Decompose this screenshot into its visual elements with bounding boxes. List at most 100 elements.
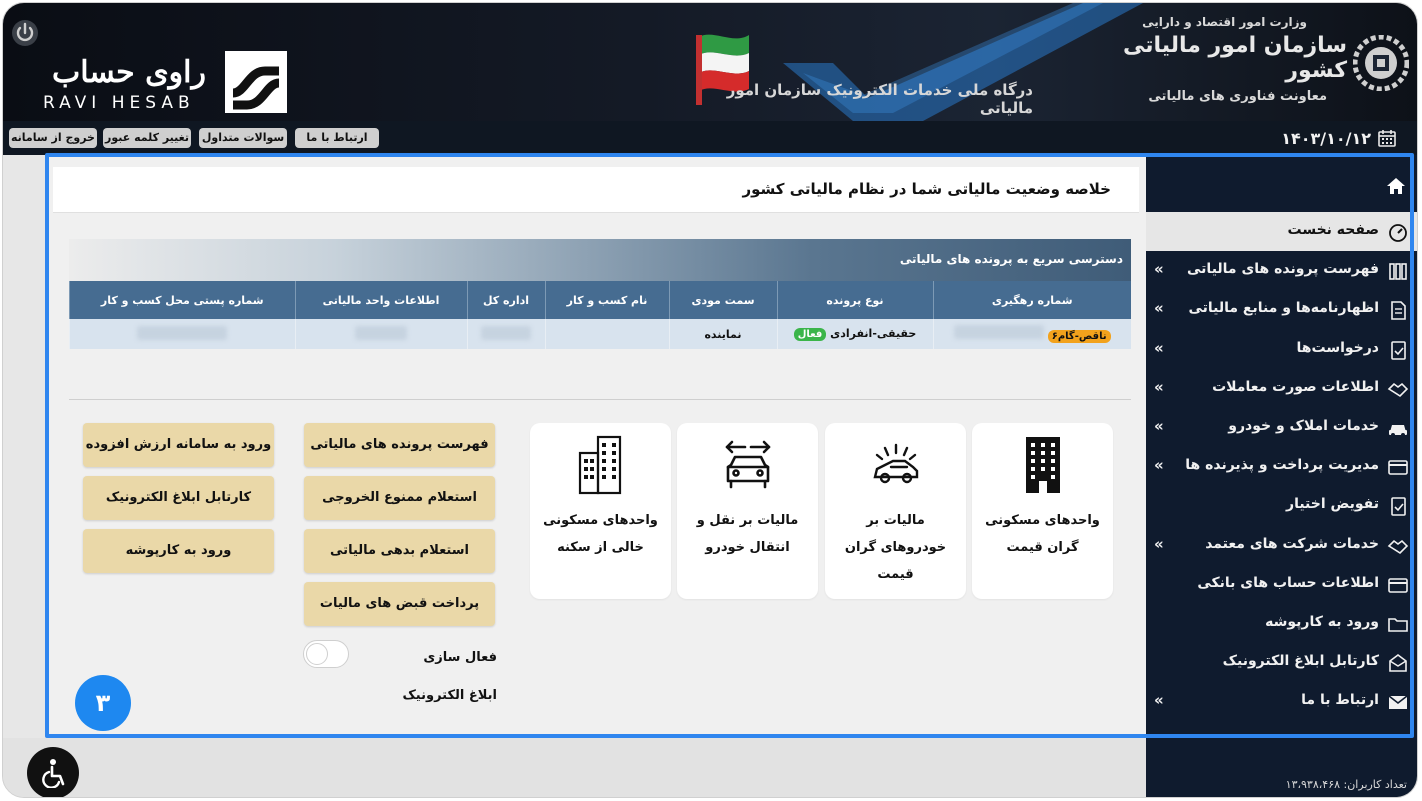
col-postal-code: شماره پستی محل کسب و کار [69,281,295,319]
sidebar-item[interactable]: ورود به کارپوشه [1146,604,1417,643]
home-icon [1387,178,1405,194]
delegate-icon [1391,497,1406,517]
brand-name-fa: راوی حساب [52,55,206,90]
redacted-value [355,325,407,340]
col-taxpayer-role: سمت مودی [668,281,777,319]
tax-debt-inquiry-button[interactable]: استعلام بدهی مالیاتی [304,529,495,573]
redacted-value [137,325,228,340]
sidebar-item[interactable]: اطلاعات صورت معاملات » [1146,369,1417,408]
ministry-name: وزارت امور اقتصاد و دارایی [1142,15,1307,29]
portal-title: درگاه ملی خدمات الکترونیک سازمان امور ما… [726,81,1033,117]
organization-block: وزارت امور اقتصاد و دارایی سازمان امور م… [1117,15,1347,104]
col-business-name: نام کسب و کار [544,281,669,319]
section-divider [69,399,1131,400]
top-toolbar: خروج از سامانه تغییر کلمه عبور سوالات مت… [3,121,1417,155]
active-badge: فعال [793,327,827,341]
wheelchair-icon [42,759,65,788]
sidebar-item-label: ارتباط با ما [1301,692,1379,709]
col-tracking-number: شماره رهگیری [932,281,1131,319]
cell-business-name [544,319,669,349]
col-case-type: نوع پرونده [776,281,933,319]
card-vacant-residential[interactable]: واحدهای مسکونی خالی از سکنه [530,423,671,599]
quick-access-label: دسترسی سریع به پرونده های مالیاتی [899,252,1123,266]
card-icon [1388,460,1408,475]
sidebar-item-label: خدمات شرکت های معتمد [1205,535,1379,552]
accessibility-button[interactable] [27,747,79,797]
e-notification-toggle-label: فعال سازی ابلاغ الکترونیک [402,650,498,703]
brand-name-en: RAVI HESAB [43,93,195,113]
e-notification-toggle[interactable] [303,640,349,668]
col-general-office: اداره کل [466,281,545,319]
app-window: راوی حساب RAVI HESAB درگاه ملی خدمات الک… [2,2,1418,798]
step-number-badge: ۳ [75,675,131,731]
logout-button[interactable]: خروج از سامانه [9,128,97,148]
sidebar-item-label: اطلاعات صورت معاملات [1212,378,1379,395]
exit-ban-inquiry-button[interactable]: استعلام ممنوع الخروجی [304,476,495,520]
sidebar-item[interactable]: اظهارنامه‌ها و منابع مالیاتی » [1146,290,1417,329]
card-luxury-residential[interactable]: واحدهای مسکونی گران قیمت [972,423,1113,599]
sidebar-item-label: ورود به کارپوشه [1265,614,1379,630]
sidebar-item[interactable]: فهرست پرونده های مالیاتی » [1146,251,1417,290]
cell-general-office [466,319,545,349]
cell-tracking-number[interactable]: ناقص-گام۶ [932,319,1131,349]
col-tax-unit-info: اطلاعات واحد مالیاتی [294,281,467,319]
ravi-hesab-logo[interactable]: راوی حساب RAVI HESAB [39,51,289,115]
pay-tax-bills-button[interactable]: پرداخت قبض های مالیات [304,582,495,626]
sidebar-item[interactable]: اطلاعات حساب های بانکی [1146,565,1417,604]
sidebar-item[interactable]: ارتباط با ما » [1146,682,1417,721]
table-row[interactable]: ناقص-گام۶ حقیقی-انفرادی فعال نماینده [69,319,1131,349]
card-label: مالیات بر نقل و انتقال خودرو [696,513,799,555]
envelope-icon [1388,695,1408,710]
files-icon [1389,263,1407,280]
karpooshe-login-button[interactable]: ورود به کارپوشه [83,529,274,573]
sidebar-item[interactable]: خدمات املاک و خودرو » [1146,408,1417,447]
luxury-car-icon [873,443,919,484]
sidebar-item-label: فهرست پرونده های مالیاتی [1187,261,1379,278]
sidebar-item[interactable]: مدیریت پرداخت و پذیرنده ها » [1146,447,1417,486]
e-notification-inbox-button[interactable]: کارتابل ابلاغ الکترونیک [83,476,274,520]
cell-postal-code [69,319,295,349]
contact-us-button[interactable]: ارتباط با ما [295,128,379,148]
chevron-icon: » [1154,260,1164,279]
sidebar-item[interactable]: صفحه نخست [1146,212,1417,251]
calendar-icon [1378,130,1396,147]
tax-files-list-button[interactable]: فهرست پرونده های مالیاتی [304,423,495,467]
site-header: راوی حساب RAVI HESAB درگاه ملی خدمات الک… [3,3,1417,121]
change-password-button[interactable]: تغییر کلمه عبور [103,128,191,148]
tax-organization-emblem-icon [1353,35,1409,91]
status-badge: ناقص-گام۶ [1047,329,1111,343]
card-label: واحدهای مسکونی خالی از سکنه [543,513,658,555]
chevron-icon: » [1154,338,1164,357]
chevron-icon: » [1154,456,1164,475]
apartments-icon [578,435,622,495]
title-bar: خلاصه وضعیت مالیاتی شما در نظام مالیاتی … [53,167,1139,213]
building-icon [1026,437,1060,493]
sidebar-item-label: صفحه نخست [1287,222,1379,238]
date-display: ۱۴۰۳/۱۰/۱۲ [1281,126,1397,150]
cell-tax-unit-info [294,319,467,349]
toggle-knob [306,643,328,665]
trusted-icon [1387,539,1409,554]
card-luxury-car-tax[interactable]: مالیات بر خودروهای گران قیمت [825,423,966,599]
folder-icon [1388,618,1408,632]
card-label: مالیات بر خودروهای گران قیمت [844,513,947,582]
sidebar-item[interactable]: خدمات شرکت های معتمد » [1146,526,1417,565]
organization-name: سازمان امور مالیاتی کشور [1122,33,1347,83]
sidebar-item-label: مدیریت پرداخت و پذیرنده ها [1185,457,1379,474]
bank-card-icon [1388,577,1408,593]
sidebar-item[interactable]: کارتابل ابلاغ الکترونیک [1146,643,1417,682]
dashboard-icon [1389,224,1407,242]
brand-mark-icon [225,51,287,113]
table-header-row: شماره رهگیری نوع پرونده سمت مودی نام کسب… [69,281,1131,319]
car-icon [1389,425,1407,437]
sidebar-item[interactable]: تفویض اختیار [1146,486,1417,525]
power-icon[interactable] [11,19,39,47]
redacted-value [953,325,1044,340]
chevron-icon: » [1154,299,1164,318]
vat-system-login-button[interactable]: ورود به سامانه ارزش افزوده [83,423,274,467]
faq-button[interactable]: سوالات متداول [199,128,287,148]
sidebar-home[interactable] [1146,169,1417,205]
sidebar-item[interactable]: درخواست‌ها » [1146,330,1417,369]
card-car-transfer-tax[interactable]: مالیات بر نقل و انتقال خودرو [677,423,818,599]
sidebar-item-label: اطلاعات حساب های بانکی [1197,574,1379,591]
